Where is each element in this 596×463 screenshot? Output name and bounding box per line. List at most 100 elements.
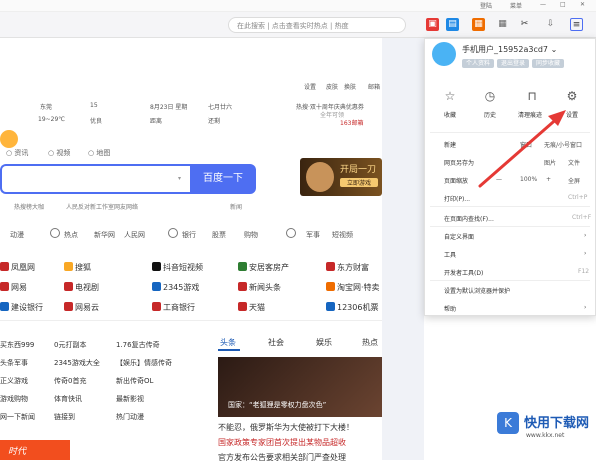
news-tab-society[interactable]: 社会 [268,337,284,348]
news-headline[interactable]: 国家政策专家团首次提出某物品超收 [218,437,346,448]
site-link[interactable]: 工商银行 [152,302,195,313]
category-people[interactable]: 人民网 [124,230,145,240]
menu-item[interactable]: 页面缩放 [444,176,468,185]
minimize-button[interactable]: — [540,1,546,8]
nav-settings-link[interactable]: 设置 [304,82,316,91]
text-link[interactable]: 最新影视 [116,394,144,404]
profile-badge[interactable]: 个人资料 [462,59,495,68]
news-headline[interactable]: 不能忍，俄罗斯华为大使被打下大楼！ [218,422,354,433]
category-stock[interactable]: 股票 [212,230,226,240]
text-link[interactable]: 正义游戏 [0,376,28,386]
text-link[interactable]: 传奇0首充 [54,376,86,386]
mail-163-link[interactable]: 163邮箱 [340,118,363,127]
weather-city[interactable]: 东莞 [40,102,52,111]
text-link[interactable]: 0元打副本 [54,340,86,350]
hotword-link[interactable]: 人民反对新工作室网友网络 [66,202,138,211]
menu-item-value[interactable]: 100% [520,176,537,183]
game-icon[interactable]: ▦ [472,18,485,31]
username[interactable]: 手机用户_15952a3cd7 ⌄ [462,44,557,55]
site-link[interactable]: 电视剧 [64,282,99,293]
hotword-link[interactable]: 新闻 [230,202,242,211]
site-link[interactable]: 网易云 [64,302,99,313]
text-link[interactable]: 1.76复古传奇 [116,340,160,350]
download-icon[interactable]: ⇩ [544,18,557,31]
nav-skin-link[interactable]: 皮肤 [326,82,338,91]
menu-item[interactable]: 网页另存为 [444,158,474,167]
promo-banner[interactable]: 时代 [0,440,70,460]
text-link[interactable]: 网一下新闻 [0,412,35,422]
menu-item-value[interactable]: 全屏 [568,176,580,185]
menu-item[interactable]: 新建 [444,140,456,149]
screenshot-icon[interactable]: ▤ [446,18,459,31]
menu-item[interactable]: 在页面内查找(F)... [444,214,494,223]
site-link[interactable]: 东方财富 [326,262,369,273]
menu-item[interactable]: 打印(P)... [444,194,470,203]
main-menu-icon[interactable]: ≡ [570,18,583,31]
menu-item-value[interactable]: 无痕/小号窗口 [544,140,582,149]
close-button[interactable]: ✕ [580,1,585,8]
category-bank[interactable]: 银行 [182,230,196,240]
search-input[interactable] [0,164,190,194]
text-link[interactable]: 热门动漫 [116,412,144,422]
site-link[interactable]: 安居客房产 [238,262,289,273]
news-tab-headline[interactable]: 头条 [220,337,236,348]
star-icon[interactable]: ☆ [442,88,458,104]
category-anime[interactable]: 动漫 [10,230,24,240]
radio-map[interactable]: ○ 地图 [88,148,110,158]
menu-item[interactable]: 开发者工具(D) [444,268,483,277]
category-xinhua[interactable]: 新华网 [94,230,115,240]
news-headline[interactable]: 官方发布公告要求相关部门严查处理 [218,452,346,463]
category-hot[interactable]: 热点 [64,230,78,240]
maximize-button[interactable]: □ [560,1,566,8]
extension-icon[interactable]: ▣ [426,18,439,31]
site-link[interactable]: 12306机票 [326,302,378,313]
menu-item[interactable]: 帮助 [444,304,456,313]
category-military[interactable]: 军事 [306,230,320,240]
menu-item-value[interactable]: 图片 [544,158,556,167]
menu-button[interactable]: 菜单 [510,1,522,10]
text-link[interactable]: 体育快讯 [54,394,82,404]
hotword-link[interactable]: 热搜榜大咖 [14,202,44,211]
site-link[interactable]: 淘宝网·特卖 [326,282,380,293]
nav-theme-link[interactable]: 换肤 [344,82,356,91]
radio-video[interactable]: ○ 视频 [48,148,70,158]
menu-item[interactable]: 自定义界面 [444,232,474,241]
menu-item-value[interactable]: 窗口 [520,140,532,149]
news-tab-hot[interactable]: 热点 [362,337,378,348]
text-link[interactable]: 买东西999 [0,340,34,350]
site-link[interactable]: 抖音短视频 [152,262,203,273]
gear-icon[interactable]: ⚙ [564,88,580,104]
site-link[interactable]: 建设银行 [0,302,43,313]
text-link[interactable]: 链接到 [54,412,75,422]
address-search-input[interactable]: 在此搜索 | 点击查看实时热点 | 热度 [228,17,406,33]
site-link[interactable]: 凤凰网 [0,262,35,273]
broom-icon[interactable]: ⊓ [524,88,540,104]
site-link[interactable]: 搜狐 [64,262,91,273]
apps-grid-icon[interactable]: ▦ [496,18,509,31]
menu-item-value[interactable]: 文件 [568,158,580,167]
scissors-icon[interactable]: ✂ [518,18,531,31]
category-shopping[interactable]: 购物 [244,230,258,240]
site-link[interactable]: 网易 [0,282,27,293]
text-link[interactable]: 头条军事 [0,358,28,368]
radio-news[interactable]: ○ 资讯 [6,148,28,158]
nav-mail-link[interactable]: 邮箱 [368,82,380,91]
text-link[interactable]: 游戏购物 [0,394,28,404]
search-button[interactable]: 百度一下 [190,164,256,194]
text-link[interactable]: 2345游戏大全 [54,358,100,368]
menu-item[interactable]: 工具 [444,250,456,259]
text-link[interactable]: 新出传奇OL [116,376,153,386]
category-shortvideo[interactable]: 短视频 [332,230,353,240]
sync-badge[interactable]: 同步收藏 [532,59,565,68]
menu-item-value[interactable]: + [546,176,551,183]
ad-play-button[interactable]: 立即游戏 [340,178,378,187]
menu-item[interactable]: 设置为默认浏览器并保护 [444,286,510,295]
login-button[interactable]: 登陆 [480,1,492,10]
news-image[interactable]: 国家：“老狐狸是零权力盘次色” [218,357,382,417]
menu-item-value[interactable]: — [496,176,502,183]
site-link[interactable]: 2345游戏 [152,282,199,293]
news-tab-entertainment[interactable]: 娱乐 [316,337,332,348]
site-link[interactable]: 新闻头条 [238,282,281,293]
clock-icon[interactable]: ◷ [482,88,498,104]
text-link[interactable]: 【娱乐】情感传奇 [116,358,172,368]
